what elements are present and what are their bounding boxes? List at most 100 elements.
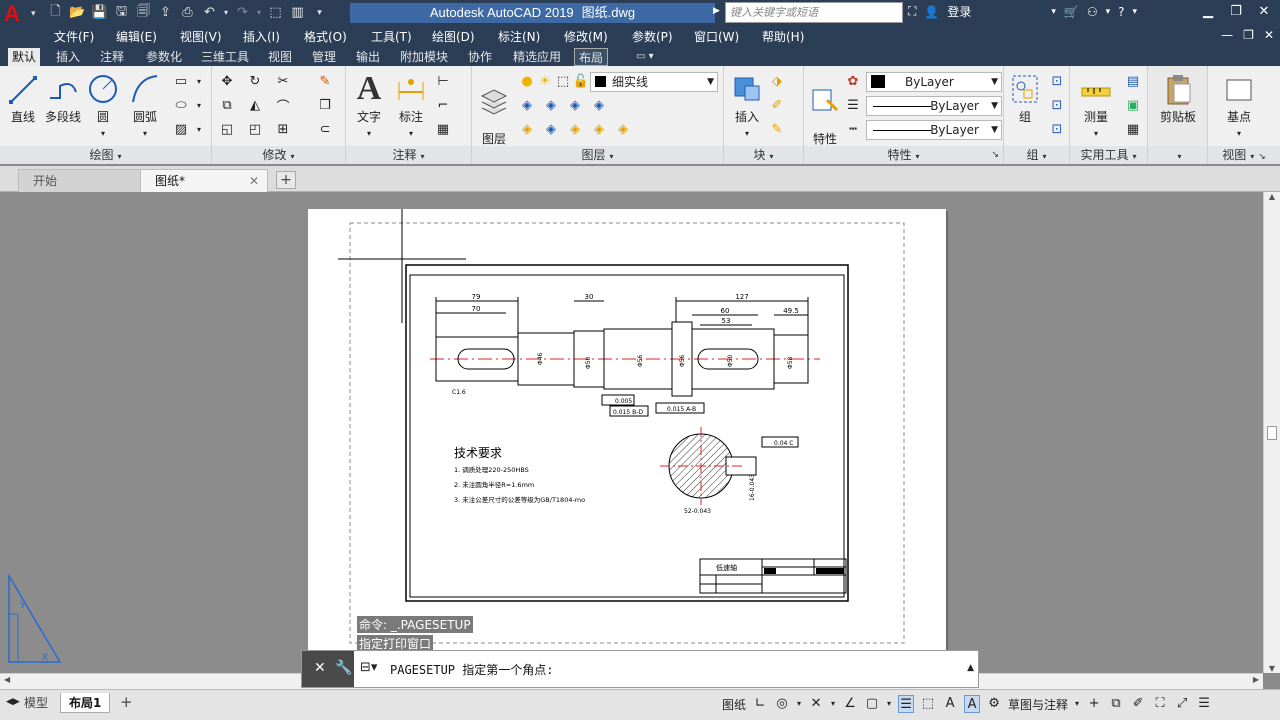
- rotate-icon[interactable]: ↻: [246, 72, 264, 90]
- menu-window[interactable]: 窗口(W): [694, 28, 739, 45]
- stretch-icon[interactable]: ◱: [218, 120, 236, 138]
- lineweight-toggle-icon[interactable]: ☰: [898, 695, 915, 713]
- chevron-down-icon[interactable]: ▾: [143, 129, 147, 138]
- command-history-toggle-icon[interactable]: ▲: [967, 663, 974, 673]
- viewport-icon[interactable]: ▢: [864, 695, 880, 713]
- offset-icon[interactable]: ⊂: [316, 120, 334, 138]
- annotation-visibility-icon[interactable]: A: [942, 695, 958, 713]
- dialog-launcher-icon[interactable]: ↘: [1258, 152, 1266, 162]
- erase-icon[interactable]: ✎: [316, 72, 334, 90]
- menu-file[interactable]: 文件(F): [54, 28, 94, 45]
- edit-block-icon[interactable]: ✐: [768, 96, 786, 114]
- menu-view[interactable]: 视图(V): [180, 28, 222, 45]
- save-as-icon[interactable]: 🖫: [112, 3, 131, 22]
- help-icon[interactable]: ?: [1118, 5, 1124, 19]
- layer-dropdown[interactable]: 细实线 ▼: [590, 72, 718, 92]
- lineweight-icon[interactable]: ☰: [844, 96, 862, 114]
- save-web-icon[interactable]: ⇪: [156, 3, 175, 22]
- tab-manage[interactable]: 管理: [308, 48, 340, 66]
- chevron-down-icon[interactable]: ▾: [886, 695, 892, 713]
- redo-icon[interactable]: ↷: [233, 3, 252, 22]
- cart-icon[interactable]: 🛒: [1064, 5, 1079, 19]
- login-link[interactable]: 登录: [947, 3, 971, 20]
- hatch-icon[interactable]: ▨: [172, 120, 190, 138]
- array-icon[interactable]: ⊞: [274, 120, 292, 138]
- table-icon[interactable]: ▦: [434, 120, 452, 138]
- layer-lock-icon[interactable]: ◈: [590, 96, 608, 114]
- layer-previous-icon[interactable]: ◈: [566, 120, 584, 138]
- scroll-down-icon[interactable]: ▼: [1264, 664, 1280, 673]
- color-dropdown[interactable]: ByLayer ▼: [866, 72, 1002, 92]
- polar-icon[interactable]: ◎: [774, 695, 790, 713]
- chevron-down-icon[interactable]: ▾: [796, 695, 802, 713]
- doc-close-icon[interactable]: ✕: [1264, 28, 1274, 42]
- lightbulb-icon[interactable]: ●: [518, 72, 536, 90]
- help-dropdown-icon[interactable]: ▾: [1133, 7, 1138, 17]
- dimension-button[interactable]: 标注 ▾: [394, 72, 428, 139]
- command-line[interactable]: ✕ 🔧 ⊟▾ PAGESETUP 指定第一个角点: ▲: [301, 650, 979, 688]
- groups-panel-title[interactable]: 组 ▾: [1004, 146, 1069, 164]
- clipboard-panel-title[interactable]: ▾: [1148, 146, 1207, 164]
- plot-icon[interactable]: ⎙: [178, 3, 197, 22]
- tab-insert[interactable]: 插入: [52, 48, 84, 66]
- auto-scale-icon[interactable]: A: [964, 695, 981, 713]
- draw-panel-title[interactable]: 绘图 ▾: [0, 146, 211, 164]
- polyline-button[interactable]: 多段线: [44, 72, 82, 125]
- tab-annotate[interactable]: 注释: [96, 48, 128, 66]
- undo-icon[interactable]: ↶: [200, 3, 219, 22]
- new-tab-button[interactable]: +: [276, 171, 296, 189]
- search-expand-icon[interactable]: ▶: [713, 6, 720, 16]
- tab-drawing[interactable]: 图纸* ✕: [140, 169, 268, 192]
- tab-addins[interactable]: 附加模块: [396, 48, 452, 66]
- menu-parametric[interactable]: 参数(P): [632, 28, 673, 45]
- annotation-panel-title[interactable]: 注释 ▾: [346, 146, 471, 164]
- measure-button[interactable]: 测量 ▾: [1076, 72, 1116, 139]
- new-file-icon[interactable]: 🗋: [46, 3, 65, 22]
- line-button[interactable]: 直线: [6, 72, 40, 125]
- login-dropdown-icon[interactable]: ▾: [1051, 7, 1056, 17]
- dialog-launcher-icon[interactable]: ↘: [991, 146, 999, 164]
- properties-panel-title[interactable]: 特性 ▾ ↘: [804, 146, 1003, 164]
- chevron-down-icon[interactable]: ▾: [101, 129, 105, 138]
- arc-button[interactable]: 圆弧 ▾: [128, 72, 162, 139]
- a360-dropdown-icon[interactable]: ▾: [1106, 7, 1111, 17]
- ungroup-icon[interactable]: ⊡: [1048, 72, 1066, 90]
- edit-attributes-icon[interactable]: ✎: [768, 120, 786, 138]
- layer-freeze-icon[interactable]: ◈: [566, 96, 584, 114]
- match-props-icon[interactable]: ⬚: [266, 3, 285, 22]
- chevron-down-icon[interactable]: ▾: [830, 695, 836, 713]
- mirror-icon[interactable]: ◭: [246, 96, 264, 114]
- tab-3d-tools[interactable]: 三维工具: [197, 48, 253, 66]
- group-button[interactable]: 组: [1006, 72, 1044, 125]
- redo-dropdown-icon[interactable]: ▾: [255, 3, 263, 22]
- layers-panel-title[interactable]: 图层 ▾: [472, 146, 723, 164]
- base-view-button[interactable]: 基点 ▾: [1216, 72, 1262, 139]
- chevron-down-icon[interactable]: ▾: [1074, 695, 1080, 713]
- open-file-icon[interactable]: 📂: [68, 3, 87, 22]
- command-input[interactable]: PAGESETUP 指定第一个角点:: [390, 661, 553, 678]
- linear-dim-icon[interactable]: ⊢: [434, 72, 452, 90]
- add-layout-icon[interactable]: +: [120, 693, 133, 711]
- group-select-icon[interactable]: ⊡: [1048, 120, 1066, 138]
- workspace-icon[interactable]: ▥: [288, 3, 307, 22]
- group-edit-icon[interactable]: ⊡: [1048, 96, 1066, 114]
- tab-collaborate[interactable]: 协作: [464, 48, 496, 66]
- tab-view[interactable]: 视图: [264, 48, 296, 66]
- scroll-thumb[interactable]: [1267, 426, 1277, 440]
- layer-unlock-icon[interactable]: ◈: [614, 120, 632, 138]
- app-menu-button[interactable]: A ▾: [0, 0, 42, 26]
- units-icon[interactable]: ⧉: [1108, 695, 1124, 713]
- linetype-icon[interactable]: ┅: [844, 120, 862, 138]
- chevron-down-icon[interactable]: ▾: [367, 129, 371, 138]
- tab-parametric[interactable]: 参数化: [142, 48, 186, 66]
- chevron-down-icon[interactable]: ▾: [1094, 129, 1098, 138]
- chevron-down-icon[interactable]: ▾: [745, 129, 749, 138]
- layer-walk-icon[interactable]: ◈: [590, 120, 608, 138]
- osnap-icon[interactable]: ✕: [808, 695, 824, 713]
- scroll-up-icon[interactable]: ▲: [1264, 192, 1280, 201]
- angle-icon[interactable]: ∠: [842, 695, 858, 713]
- menu-edit[interactable]: 编辑(E): [116, 28, 157, 45]
- tab-output[interactable]: 输出: [352, 48, 384, 66]
- layer-make-current-icon[interactable]: ◈: [518, 120, 536, 138]
- trim-icon[interactable]: ✂: [274, 72, 292, 90]
